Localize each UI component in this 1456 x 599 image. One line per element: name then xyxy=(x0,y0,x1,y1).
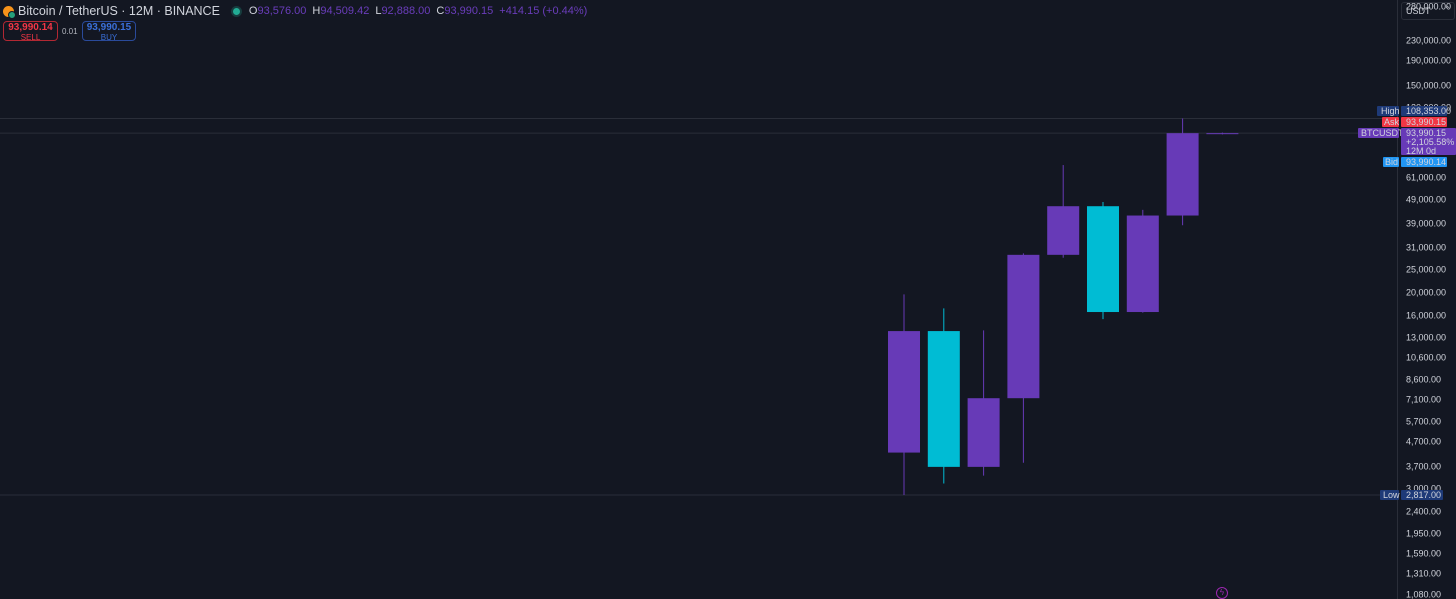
close-key: C xyxy=(436,5,445,17)
y-tick-label: 61,000.00 xyxy=(1406,173,1446,183)
candle-timer-label: 12M 0d xyxy=(1406,146,1436,156)
sell-label: SELL xyxy=(20,33,41,42)
market-open-icon xyxy=(232,7,240,15)
y-tick-label: 1,080.00 xyxy=(1406,590,1441,599)
high-value: 94,509.42 xyxy=(320,5,370,17)
candle-body[interactable] xyxy=(967,398,1000,467)
low-value: 92,888.00 xyxy=(381,5,431,17)
high-tag-label: High xyxy=(1381,106,1400,116)
y-tick-label: 31,000.00 xyxy=(1406,243,1446,253)
lightning-icon[interactable]: ϟ xyxy=(1216,587,1228,599)
candle-body[interactable] xyxy=(1166,133,1199,216)
symbol-title[interactable]: Bitcoin / TetherUS · 12M · BINANCE xyxy=(18,4,220,18)
ask-tag-label: Ask xyxy=(1384,117,1400,127)
currency-label: USDT xyxy=(1406,6,1431,16)
symbol-legend: Bitcoin / TetherUS · 12M · BINANCE O 93,5… xyxy=(3,3,587,19)
y-tick-label: 20,000.00 xyxy=(1406,288,1446,298)
open-key: O xyxy=(248,5,258,17)
y-tick-label: 150,000.00 xyxy=(1406,81,1451,91)
bid-value-label: 93,990.14 xyxy=(1406,157,1446,167)
y-tick-label: 25,000.00 xyxy=(1406,265,1446,275)
y-tick-label: 49,000.00 xyxy=(1406,195,1446,205)
y-tick-label: 1,590.00 xyxy=(1406,549,1441,559)
y-tick-label: 39,000.00 xyxy=(1406,219,1446,229)
price-chart[interactable]: 280,000.00230,000.00190,000.00150,000.00… xyxy=(0,0,1456,599)
y-tick-label: 16,000.00 xyxy=(1406,311,1446,321)
change-value: +414.15 (+0.44%) xyxy=(499,5,588,17)
high-value-label: 108,353.00 xyxy=(1406,106,1451,116)
open-value: 93,576.00 xyxy=(257,5,307,17)
order-quantity[interactable]: 0.01 xyxy=(62,27,78,36)
candle-body[interactable] xyxy=(927,331,960,467)
y-tick-label: 4,700.00 xyxy=(1406,437,1441,447)
y-tick-label: 5,700.00 xyxy=(1406,417,1441,427)
y-tick-label: 1,310.00 xyxy=(1406,569,1441,579)
y-tick-label: 1,950.00 xyxy=(1406,529,1441,539)
bitcoin-icon xyxy=(3,5,16,19)
ask-value-label: 93,990.15 xyxy=(1406,117,1446,127)
candle-body[interactable] xyxy=(1047,206,1080,255)
y-tick-label: 2,400.00 xyxy=(1406,507,1441,517)
symbol-tag-label: BTCUSDT xyxy=(1361,128,1404,138)
candle-body[interactable] xyxy=(1007,254,1040,399)
chevron-down-icon: ⌃ xyxy=(1444,5,1451,14)
low-value-label: 2,817.00 xyxy=(1406,490,1441,500)
y-tick-label: 3,700.00 xyxy=(1406,462,1441,472)
currency-selector[interactable]: USDT ⌃ xyxy=(1401,2,1455,20)
y-tick-label: 7,100.00 xyxy=(1406,395,1441,405)
candle-body[interactable] xyxy=(1206,133,1239,135)
close-value: 93,990.15 xyxy=(444,5,494,17)
candle-body[interactable] xyxy=(888,331,920,453)
y-tick-label: 8,600.00 xyxy=(1406,375,1441,385)
candle-body[interactable] xyxy=(1087,206,1119,313)
candle-body[interactable] xyxy=(1126,215,1159,313)
y-tick-label: 13,000.00 xyxy=(1406,333,1446,343)
sell-button[interactable]: 93,990.14 SELL xyxy=(3,21,58,42)
high-key: H xyxy=(312,5,321,17)
y-tick-label: 190,000.00 xyxy=(1406,56,1451,66)
y-tick-label: 230,000.00 xyxy=(1406,36,1451,46)
buy-price: 93,990.15 xyxy=(86,22,132,33)
y-tick-label: 10,600.00 xyxy=(1406,353,1446,363)
sell-price: 93,990.14 xyxy=(8,22,53,33)
bid-tag-label: Bid xyxy=(1385,157,1398,167)
buy-button[interactable]: 93,990.15 BUY xyxy=(82,21,136,42)
buy-label: BUY xyxy=(100,33,118,42)
low-tag-label: Low xyxy=(1383,490,1400,500)
